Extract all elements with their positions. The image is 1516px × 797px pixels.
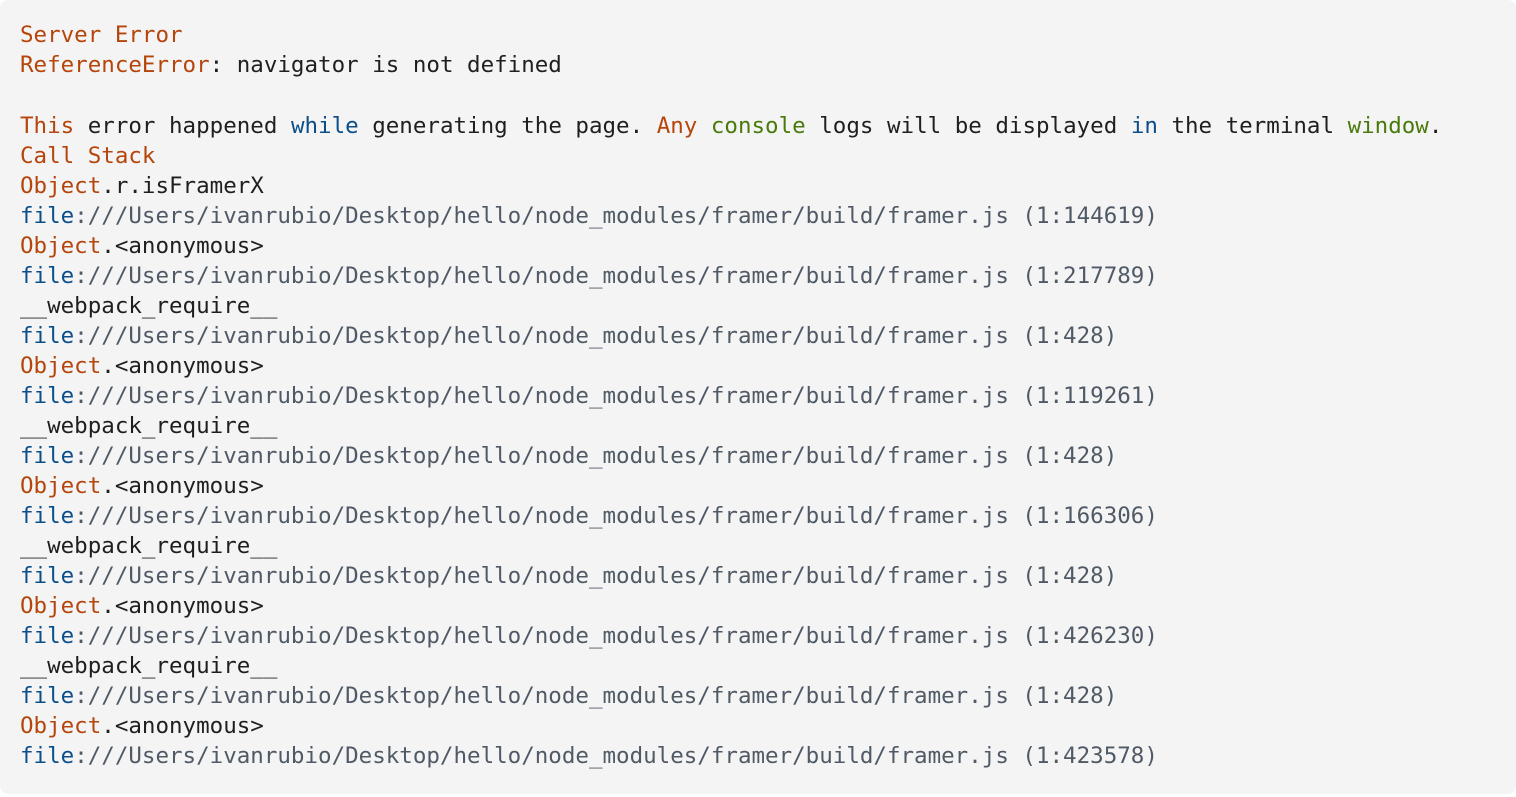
stack-frame-location: file:///Users/ivanrubio/Desktop/hello/no… (20, 321, 1496, 351)
stack-frame-location: file:///Users/ivanrubio/Desktop/hello/no… (20, 441, 1496, 471)
stack-frame-path: :///Users/ivanrubio/Desktop/hello/node_m… (74, 743, 1158, 769)
stack-frame-method: .<anonymous> (101, 593, 264, 619)
stack-frame-location: file:///Users/ivanrubio/Desktop/hello/no… (20, 381, 1496, 411)
stack-frame-method: .r.isFramerX (101, 173, 264, 199)
stack-frame-method: __webpack_require__ (20, 653, 278, 679)
stack-frame-location: file:///Users/ivanrubio/Desktop/hello/no… (20, 501, 1496, 531)
description-text: error happened (74, 113, 291, 139)
stack-frame-scheme: file (20, 203, 75, 229)
description-word: in (1130, 113, 1158, 139)
stack-frame-location: file:///Users/ivanrubio/Desktop/hello/no… (20, 201, 1496, 231)
stack-frame-scheme: file (20, 263, 75, 289)
stack-frame-scheme: file (20, 383, 75, 409)
stack-frame-function: __webpack_require__ (20, 531, 1496, 561)
stack-frame-object: Object (20, 473, 102, 499)
description-word: This (20, 113, 75, 139)
stack-frame-function: Object.<anonymous> (20, 591, 1496, 621)
description-text: generating the page. (358, 113, 657, 139)
stack-frame-scheme: file (20, 443, 75, 469)
stack-frame-method: __webpack_require__ (20, 413, 278, 439)
stack-frame-method: .<anonymous> (101, 713, 264, 739)
description-text: . (1428, 113, 1443, 139)
stack-frame-location: file:///Users/ivanrubio/Desktop/hello/no… (20, 621, 1496, 651)
stack-frame-path: :///Users/ivanrubio/Desktop/hello/node_m… (74, 323, 1118, 349)
stack-frame-method: __webpack_require__ (20, 293, 278, 319)
stack-frame-scheme: file (20, 323, 75, 349)
stack-frame-function: __webpack_require__ (20, 291, 1496, 321)
description-text: the terminal (1157, 113, 1348, 139)
description-word: while (290, 113, 359, 139)
stack-frame-method: .<anonymous> (101, 473, 264, 499)
stack-frame-object: Object (20, 593, 102, 619)
stack-frame-scheme: file (20, 623, 75, 649)
stack-frame-path: :///Users/ivanrubio/Desktop/hello/node_m… (74, 443, 1118, 469)
description-word: Any (656, 113, 698, 139)
stack-frame-object: Object (20, 353, 102, 379)
stack-frame-function: Object.<anonymous> (20, 351, 1496, 381)
error-type: ReferenceError (20, 52, 210, 78)
stack-frame-method: .<anonymous> (101, 233, 264, 259)
stack-frame-path: :///Users/ivanrubio/Desktop/hello/node_m… (74, 263, 1158, 289)
error-message: : navigator is not defined (209, 52, 562, 78)
description-word: window (1347, 113, 1429, 139)
stack-frame-scheme: file (20, 503, 75, 529)
error-description: This error happened while generating the… (20, 111, 1496, 141)
stack-frame-method: __webpack_require__ (20, 533, 278, 559)
stack-frame-function: Object.r.isFramerX (20, 171, 1496, 201)
stack-frame-function: Object.<anonymous> (20, 711, 1496, 741)
error-summary: ReferenceError: navigator is not defined (20, 50, 1496, 80)
description-text: logs will be displayed (805, 113, 1131, 139)
stack-frame-function: __webpack_require__ (20, 411, 1496, 441)
stack-frame-path: :///Users/ivanrubio/Desktop/hello/node_m… (74, 623, 1158, 649)
stack-frame-object: Object (20, 173, 102, 199)
stack-frame-function: __webpack_require__ (20, 651, 1496, 681)
stack-frame-path: :///Users/ivanrubio/Desktop/hello/node_m… (74, 203, 1158, 229)
error-title: Server Error (20, 22, 183, 48)
error-overlay-panel: Server Error ReferenceError: navigator is… (0, 0, 1516, 794)
stack-frame-location: file:///Users/ivanrubio/Desktop/hello/no… (20, 681, 1496, 711)
stack-frame-scheme: file (20, 743, 75, 769)
stack-frame-path: :///Users/ivanrubio/Desktop/hello/node_m… (74, 683, 1118, 709)
stack-frame-location: file:///Users/ivanrubio/Desktop/hello/no… (20, 561, 1496, 591)
stack-frame-location: file:///Users/ivanrubio/Desktop/hello/no… (20, 261, 1496, 291)
stack-frame-path: :///Users/ivanrubio/Desktop/hello/node_m… (74, 383, 1158, 409)
description-text (697, 113, 711, 139)
stack-frame-scheme: file (20, 683, 75, 709)
call-stack-heading: Call Stack (20, 143, 156, 169)
stack-frame-location: file:///Users/ivanrubio/Desktop/hello/no… (20, 741, 1496, 771)
stack-frame-method: .<anonymous> (101, 353, 264, 379)
description-word: console (710, 113, 806, 139)
stack-frame-function: Object.<anonymous> (20, 231, 1496, 261)
stack-frame-object: Object (20, 713, 102, 739)
call-stack-list: Object.r.isFramerX file:///Users/ivanrubi… (20, 171, 1496, 771)
stack-frame-function: Object.<anonymous> (20, 471, 1496, 501)
stack-frame-scheme: file (20, 563, 75, 589)
stack-frame-path: :///Users/ivanrubio/Desktop/hello/node_m… (74, 563, 1118, 589)
stack-frame-path: :///Users/ivanrubio/Desktop/hello/node_m… (74, 503, 1158, 529)
stack-frame-object: Object (20, 233, 102, 259)
